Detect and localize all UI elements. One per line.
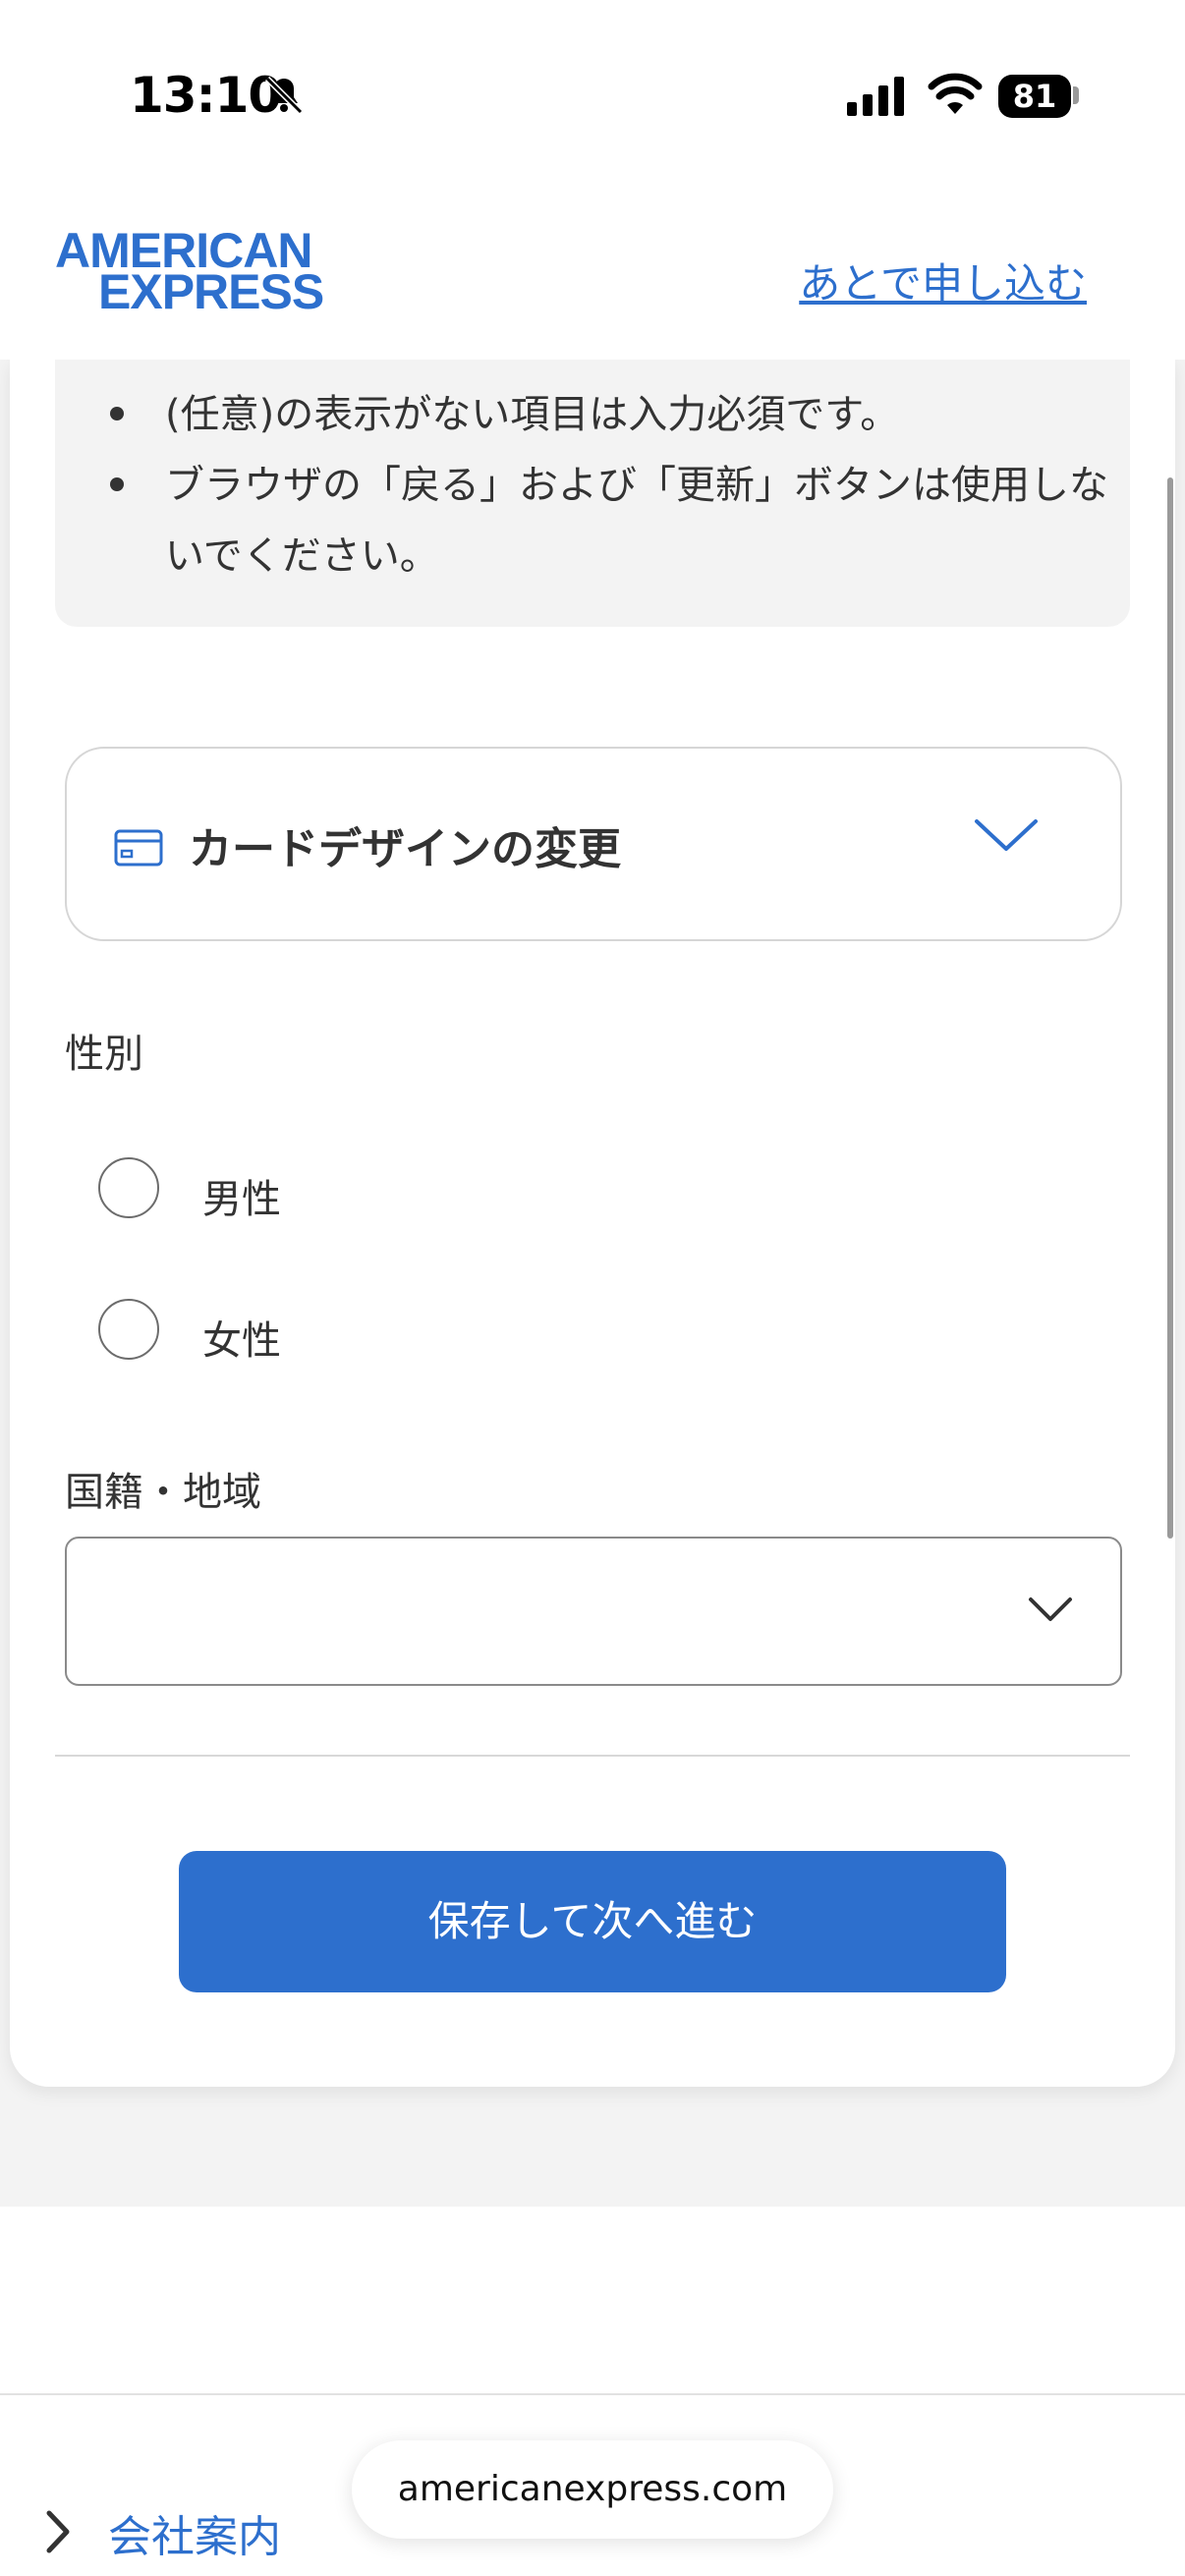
battery-cap <box>1073 86 1079 104</box>
chevron-right-icon <box>46 2510 70 2553</box>
card-design-accordion[interactable]: カードデザインの変更 <box>65 747 1122 941</box>
battery-indicator: 81 <box>998 75 1071 118</box>
bullet <box>110 477 124 491</box>
bullet <box>110 407 124 420</box>
card-design-title: カードデザインの変更 <box>189 824 621 874</box>
nationality-label: 国籍・地域 <box>65 1470 261 1515</box>
credit-card-icon <box>114 829 163 867</box>
divider <box>55 1755 1130 1757</box>
chevron-down-icon <box>1029 1597 1072 1621</box>
notice-item-text: ブラウザの「戻る」および「更新」ボタンは使用しないでください。 <box>165 463 1108 579</box>
browser-url-bar[interactable]: americanexpress.com <box>352 2440 833 2539</box>
radio-button[interactable] <box>98 1157 159 1218</box>
company-info-link[interactable]: 会社案内 <box>108 2501 281 2564</box>
amex-logo[interactable]: AMERICAN EXPRESS <box>55 226 360 316</box>
gender-label: 性別 <box>65 1032 143 1077</box>
radio-button[interactable] <box>98 1299 159 1360</box>
apply-later-link[interactable]: あとで申し込む <box>799 251 1087 310</box>
save-and-next-button[interactable]: 保存して次へ進む <box>179 1851 1006 1992</box>
footer-divider <box>0 2393 1185 2395</box>
radio-label: 男性 <box>202 1177 281 1222</box>
notice-item: ブラウザの「戻る」および「更新」ボタンは使用しないでください。 <box>110 450 1108 591</box>
logo-line2: EXPRESS <box>98 264 324 319</box>
status-time: 13:10 <box>130 67 282 124</box>
notice-box: (任意)の表示がない項目は入力必須です。 ブラウザの「戻る」および「更新」ボタン… <box>55 360 1130 627</box>
radio-label: 女性 <box>202 1318 281 1364</box>
notice-item: (任意)の表示がない項目は入力必須です。 <box>110 379 1108 450</box>
chevron-down-icon <box>975 819 1038 851</box>
nationality-select[interactable] <box>65 1537 1122 1686</box>
wifi-icon <box>928 73 983 114</box>
status-bar: 13:10 81 <box>0 0 1185 196</box>
scrollbar[interactable] <box>1167 477 1173 1539</box>
notice-item-text: (任意)の表示がない項目は入力必須です。 <box>165 392 900 437</box>
bell-muted-icon <box>264 76 304 115</box>
cellular-signal-icon <box>847 77 904 116</box>
site-header: AMERICAN EXPRESS あとで申し込む <box>0 196 1185 360</box>
